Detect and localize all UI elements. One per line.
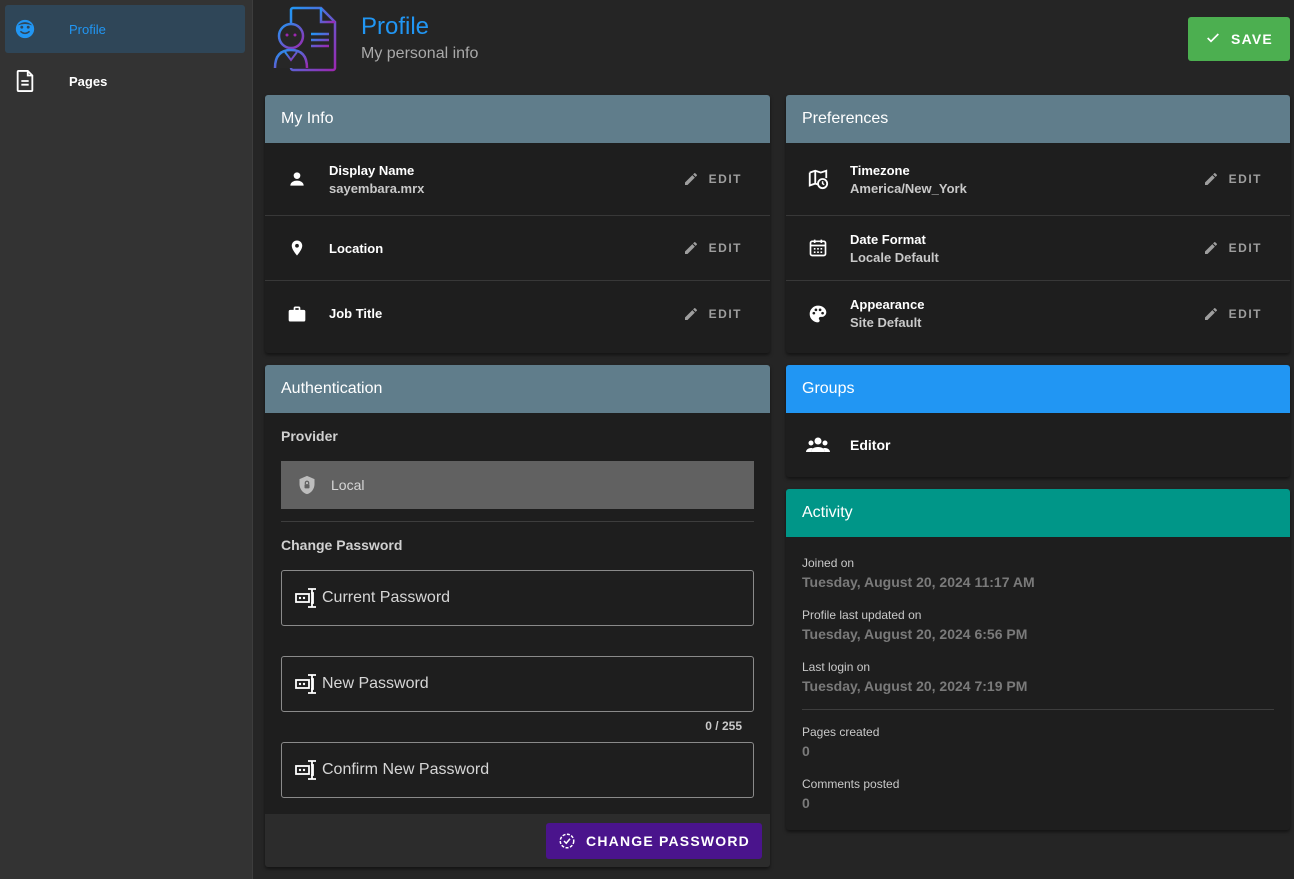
joined-label: Joined on [802, 556, 855, 570]
form-textbox-password-icon [295, 674, 316, 694]
profile-card-icon [271, 6, 341, 72]
edit-location-button[interactable]: EDIT [683, 240, 742, 256]
provider-label: Provider [281, 428, 338, 444]
list-item-date-format: Date Format Locale Default EDIT [786, 216, 1290, 281]
profile-face-icon [5, 5, 45, 53]
form-textbox-password-icon [295, 588, 316, 608]
appearance-label: Appearance [850, 297, 925, 312]
list-item-appearance: Appearance Site Default EDIT [786, 281, 1290, 346]
edit-label: EDIT [708, 306, 742, 321]
page-title: Profile [361, 13, 430, 40]
edit-job-title-button[interactable]: EDIT [683, 306, 742, 322]
edit-appearance-button[interactable]: EDIT [1203, 306, 1262, 322]
document-icon [5, 57, 45, 105]
change-password-label: Change Password [281, 537, 403, 553]
save-button[interactable]: SAVE [1188, 17, 1290, 61]
edit-label: EDIT [708, 241, 742, 255]
timezone-label: Timezone [850, 162, 910, 178]
edit-label: EDIT [1228, 172, 1262, 186]
divider [281, 521, 754, 522]
date-format-value: Locale Default [850, 249, 939, 265]
new-password-field[interactable]: New Password [281, 656, 754, 712]
save-button-label: SAVE [1231, 31, 1273, 47]
sidebar-item-label: Profile [69, 21, 106, 37]
edit-date-format-button[interactable]: EDIT [1203, 240, 1262, 256]
pencil-icon [1204, 307, 1217, 320]
divider [802, 709, 1274, 710]
check-icon [1205, 30, 1221, 49]
my-info-header: My Info [265, 95, 770, 143]
list-item-location: Location EDIT [265, 216, 770, 281]
current-password-field[interactable]: Current Password [281, 570, 754, 626]
form-textbox-password-icon [295, 760, 316, 780]
preferences-card: Preferences Timezone America/New_York ED… [786, 95, 1290, 353]
joined-value: Tuesday, August 20, 2024 11:17 AM [802, 574, 1035, 590]
change-password-label: CHANGE PASSWORD [586, 833, 750, 849]
provider-field: Local [281, 461, 754, 509]
pages-created-value: 0 [802, 743, 810, 759]
edit-label: EDIT [1228, 306, 1262, 321]
pencil-icon [684, 307, 697, 320]
login-value: Tuesday, August 20, 2024 7:19 PM [802, 678, 1028, 694]
main-content: Profile My personal info SAVE My Info Di… [253, 0, 1294, 879]
date-format-label: Date Format [850, 231, 926, 247]
sidebar-item-pages[interactable]: Pages [5, 57, 245, 105]
timezone-value: America/New_York [850, 180, 967, 196]
pencil-icon [1204, 172, 1217, 185]
display-name-value: sayembara.mrx [329, 180, 425, 196]
person-icon [265, 169, 329, 189]
sidebar: Profile Pages [0, 0, 253, 879]
briefcase-icon [265, 304, 329, 324]
authentication-header: Authentication [265, 365, 770, 413]
list-item-job-title: Job Title EDIT [265, 281, 770, 346]
authentication-card: Authentication Provider Local Change Pas… [265, 365, 770, 867]
check-circle-icon [559, 833, 575, 849]
page-subtitle: My personal info [361, 45, 479, 62]
authentication-footer: CHANGE PASSWORD [265, 814, 770, 867]
edit-label: EDIT [1228, 241, 1262, 255]
confirm-password-field[interactable]: Confirm New Password [281, 742, 754, 798]
pencil-icon [684, 241, 697, 254]
appearance-value: Site Default [850, 315, 922, 330]
activity-card: Activity Joined on Tuesday, August 20, 2… [786, 489, 1290, 830]
activity-header: Activity [786, 489, 1290, 537]
location-label: Location [329, 240, 384, 256]
change-password-button[interactable]: CHANGE PASSWORD [546, 823, 762, 859]
pencil-icon [684, 172, 697, 185]
list-item-group: Editor [786, 413, 1290, 477]
edit-label: EDIT [708, 172, 742, 186]
my-info-card: My Info Display Name sayembara.mrx EDIT … [265, 95, 770, 353]
pencil-icon [1204, 241, 1217, 254]
sidebar-item-label: Pages [69, 73, 108, 89]
list-item-display-name: Display Name sayembara.mrx EDIT [265, 143, 770, 216]
shield-lock-icon [299, 475, 315, 495]
new-password-counter: 0 / 255 [705, 719, 742, 733]
updated-value: Tuesday, August 20, 2024 6:56 PM [802, 626, 1028, 642]
confirm-password-placeholder: Confirm New Password [322, 761, 490, 778]
preferences-header: Preferences [786, 95, 1290, 143]
job-title-label: Job Title [329, 306, 383, 321]
new-password-placeholder: New Password [322, 675, 429, 692]
display-name-label: Display Name [329, 162, 415, 178]
current-password-placeholder: Current Password [322, 589, 451, 606]
list-item-timezone: Timezone America/New_York EDIT [786, 143, 1290, 216]
comments-posted-value: 0 [802, 795, 810, 811]
palette-icon [786, 304, 850, 324]
sidebar-item-profile[interactable]: Profile [5, 5, 245, 53]
provider-value: Local [331, 477, 365, 493]
map-marker-icon [265, 237, 329, 259]
comments-posted-label: Comments posted [802, 777, 900, 791]
login-label: Last login on [802, 660, 871, 674]
calendar-icon [786, 238, 850, 258]
map-clock-icon [786, 168, 850, 190]
groups-card: Groups Editor [786, 365, 1290, 477]
edit-display-name-button[interactable]: EDIT [683, 171, 742, 187]
group-name: Editor [850, 437, 891, 453]
groups-header: Groups [786, 365, 1290, 413]
pages-created-label: Pages created [802, 725, 880, 739]
account-group-icon [786, 435, 850, 455]
updated-label: Profile last updated on [802, 608, 922, 622]
edit-timezone-button[interactable]: EDIT [1203, 171, 1262, 187]
